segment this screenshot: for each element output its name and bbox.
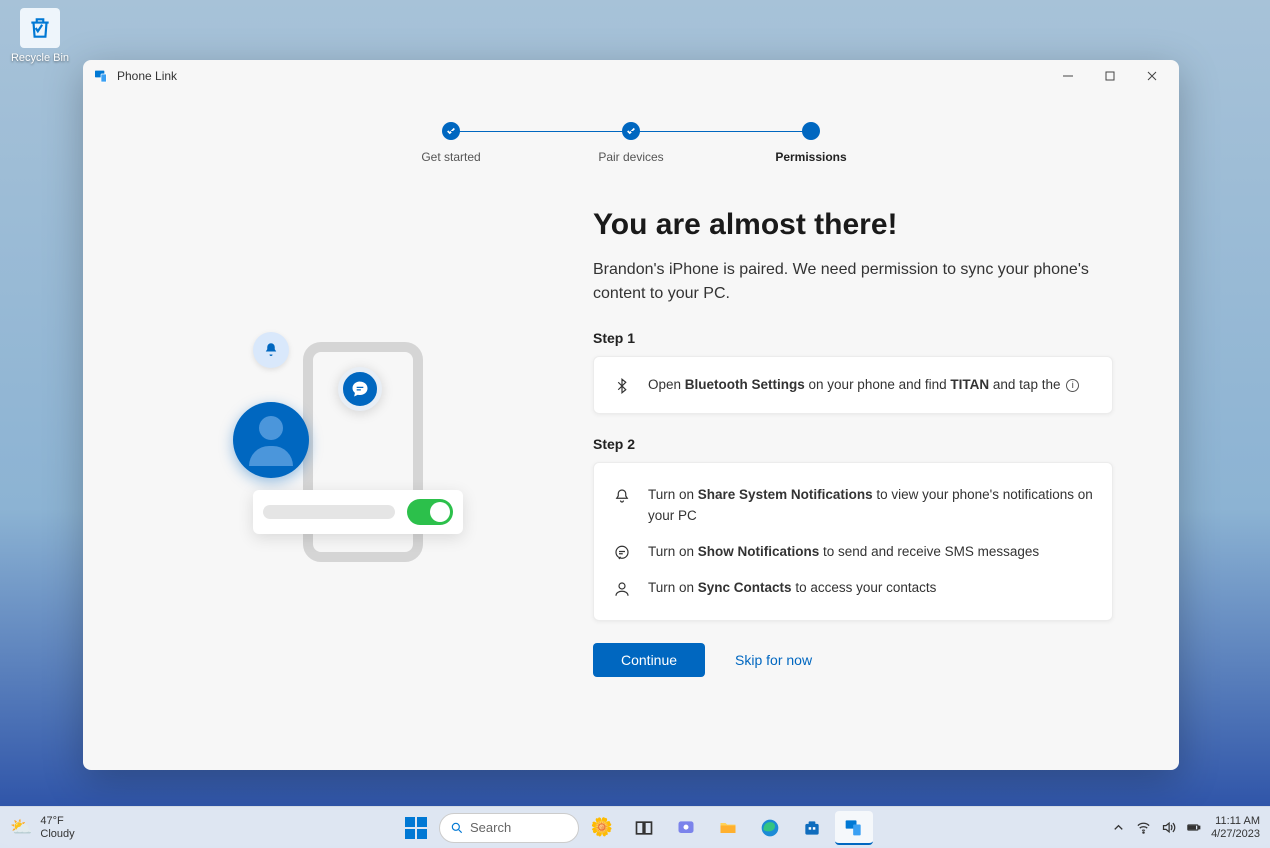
step-pair-devices: Pair devices (541, 122, 721, 164)
permissions-content: You are almost there! Brandon's iPhone i… (593, 184, 1113, 740)
taskbar-weather[interactable]: ⛅ 47°F Cloudy (10, 815, 210, 839)
clock-date: 4/27/2023 (1211, 828, 1260, 840)
taskbar-phone-link[interactable] (835, 811, 873, 845)
taskbar-explorer[interactable] (709, 811, 747, 845)
taskbar-chat[interactable] (667, 811, 705, 845)
recycle-bin-icon (20, 8, 60, 48)
window-title: Phone Link (117, 69, 177, 83)
battery-icon (1186, 820, 1201, 835)
toggle-on-icon (407, 499, 453, 525)
step2-row-notifications: Turn on Share System Notifications to vi… (612, 477, 1094, 534)
chat-bubble-icon (338, 367, 382, 411)
clock-time: 11:11 AM (1211, 815, 1260, 827)
taskbar-store[interactable] (793, 811, 831, 845)
step-label: Pair devices (598, 150, 663, 164)
start-button[interactable] (397, 811, 435, 845)
step1-title: Step 1 (593, 330, 1113, 346)
step1-text: Open Bluetooth Settings on your phone an… (648, 375, 1094, 395)
chat-icon (612, 544, 632, 562)
cloud-icon: ⛅ (10, 817, 32, 838)
bell-icon (612, 487, 632, 505)
step-get-started: Get started (361, 122, 541, 164)
taskbar-edge[interactable] (751, 811, 789, 845)
step-label: Permissions (775, 150, 846, 164)
taskbar-search[interactable]: Search (439, 813, 579, 843)
skip-button[interactable]: Skip for now (735, 652, 812, 668)
setup-stepper: Get started Pair devices Permissions (83, 92, 1179, 174)
search-placeholder: Search (470, 820, 511, 835)
windows-logo-icon (405, 817, 427, 839)
taskbar: ⛅ 47°F Cloudy Search 🌼 11:11 AM 4/ (0, 806, 1270, 848)
recycle-bin-label: Recycle Bin (8, 52, 72, 64)
titlebar: Phone Link (83, 60, 1179, 92)
chevron-up-icon (1111, 820, 1126, 835)
taskbar-widgets[interactable]: 🌼 (583, 811, 621, 845)
maximize-button[interactable] (1089, 62, 1131, 90)
dot-icon (802, 122, 820, 140)
recycle-bin[interactable]: Recycle Bin (8, 8, 72, 64)
bell-bubble-icon (253, 332, 289, 368)
close-button[interactable] (1131, 62, 1173, 90)
weather-temp: 47°F (40, 815, 74, 827)
continue-button[interactable]: Continue (593, 643, 705, 677)
wifi-icon (1136, 820, 1151, 835)
search-icon (450, 821, 464, 835)
step2-card: Turn on Share System Notifications to vi… (593, 462, 1113, 621)
step-label: Get started (421, 150, 480, 164)
step-permissions: Permissions (721, 122, 901, 164)
app-icon (93, 68, 109, 84)
weather-cond: Cloudy (40, 828, 74, 840)
person-bubble-icon (233, 402, 309, 478)
volume-icon (1161, 820, 1176, 835)
bluetooth-icon (612, 377, 632, 395)
person-icon (612, 580, 632, 598)
minimize-button[interactable] (1047, 62, 1089, 90)
page-heading: You are almost there! (593, 208, 1113, 242)
step2-title: Step 2 (593, 436, 1113, 452)
system-tray[interactable] (1111, 820, 1201, 835)
taskbar-task-view[interactable] (625, 811, 663, 845)
step1-card: Open Bluetooth Settings on your phone an… (593, 356, 1113, 414)
info-icon: i (1066, 379, 1079, 392)
step2-row-show-notifications: Turn on Show Notifications to send and r… (612, 534, 1094, 570)
page-subheading: Brandon's iPhone is paired. We need perm… (593, 258, 1113, 306)
taskbar-clock[interactable]: 11:11 AM 4/27/2023 (1211, 815, 1260, 839)
toggle-illustration (253, 490, 463, 534)
phone-link-window: Phone Link Get started Pair devices Perm… (83, 60, 1179, 770)
permissions-illustration (143, 184, 563, 740)
step2-row-sync-contacts: Turn on Sync Contacts to access your con… (612, 570, 1094, 606)
